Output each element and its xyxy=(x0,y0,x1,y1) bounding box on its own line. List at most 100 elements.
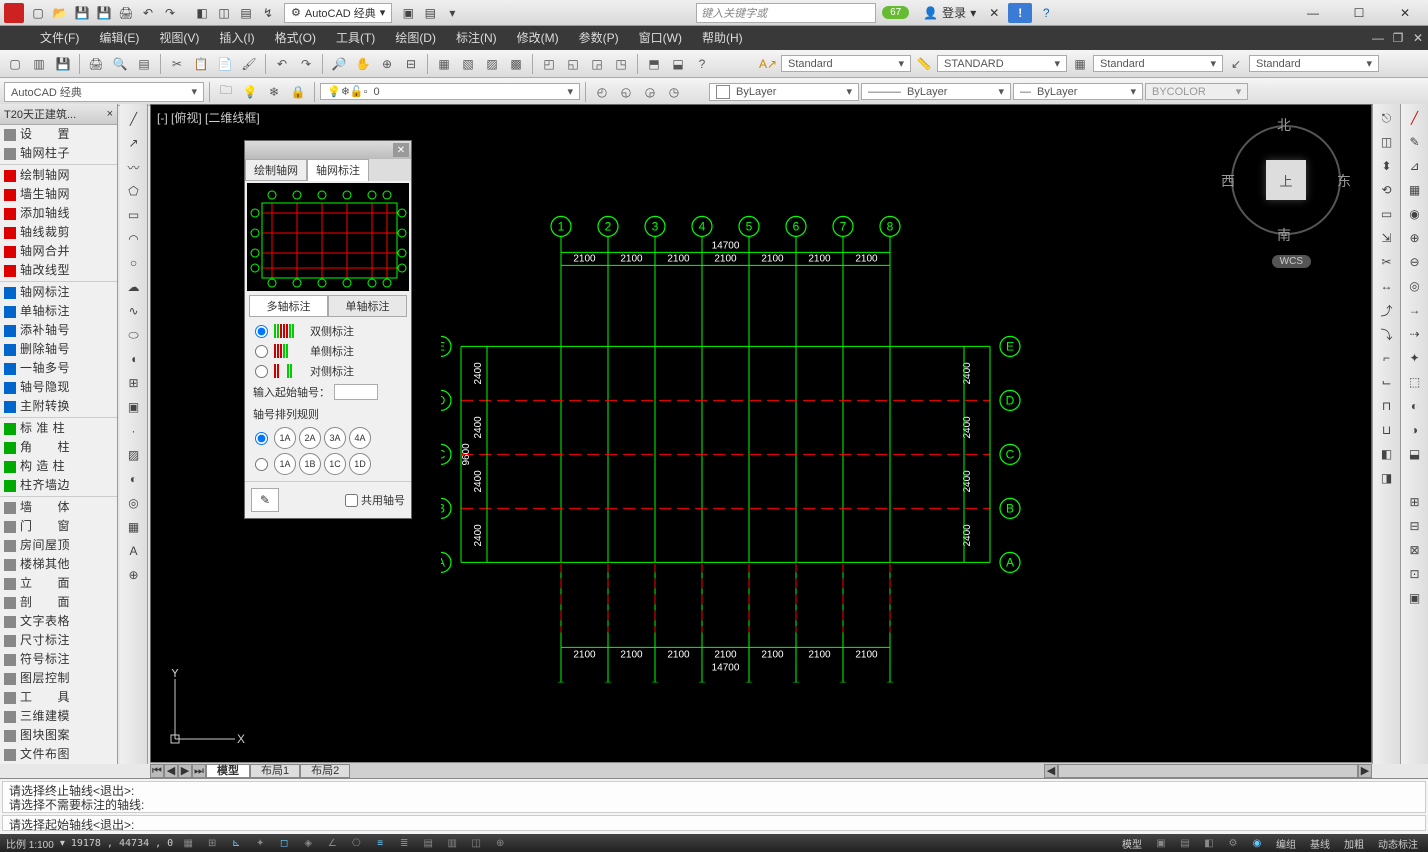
workspace-dropdown[interactable]: ⚙ AutoCAD 经典 ▾ xyxy=(284,3,392,23)
mod2-icon[interactable]: ✎ xyxy=(1404,132,1426,152)
xline-icon[interactable]: ↗ xyxy=(123,132,145,154)
tpy-icon[interactable]: ▤ xyxy=(419,835,437,851)
mod2-icon[interactable]: ⊖ xyxy=(1404,252,1426,272)
otrack-icon[interactable]: ∠ xyxy=(323,835,341,851)
tool-icon[interactable]: 📋 xyxy=(190,53,212,75)
mod2-icon[interactable]: ⊟ xyxy=(1404,516,1426,536)
tab-layout1[interactable]: 布局1 xyxy=(250,764,300,778)
mod2-icon[interactable]: ⊞ xyxy=(1404,492,1426,512)
dyn-icon[interactable]: ≡ xyxy=(371,835,389,851)
osnap-icon[interactable]: ◻ xyxy=(275,835,293,851)
help-icon[interactable]: ? xyxy=(1036,3,1056,23)
mod-icon[interactable]: ⤵ xyxy=(1376,324,1398,344)
tab-model[interactable]: 模型 xyxy=(206,764,250,778)
mod2-icon[interactable]: ⊡ xyxy=(1404,564,1426,584)
line-icon[interactable]: ╱ xyxy=(123,108,145,130)
qat-btn-icon[interactable]: ↯ xyxy=(258,3,278,23)
radio-rule2[interactable] xyxy=(255,458,268,471)
ellipse-icon[interactable]: ⬭ xyxy=(123,324,145,346)
3dosnap-icon[interactable]: ◈ xyxy=(299,835,317,851)
tool-icon[interactable]: 🔎 xyxy=(328,53,350,75)
close-button[interactable]: ✕ xyxy=(1382,0,1428,26)
layer-tool-icon[interactable]: ❄ xyxy=(263,81,285,103)
sc-icon[interactable]: ◫ xyxy=(467,835,485,851)
t20-item[interactable]: 图块图案 xyxy=(0,726,117,745)
pick-point-button[interactable]: ✎ xyxy=(251,488,279,512)
radio-one-side[interactable] xyxy=(255,345,268,358)
mod2-icon[interactable]: ⬚ xyxy=(1404,372,1426,392)
doc-close-icon[interactable]: ✕ xyxy=(1408,28,1428,48)
menu-parametric[interactable]: 参数(P) xyxy=(569,26,629,50)
minimize-button[interactable]: — xyxy=(1290,0,1336,26)
t20-item[interactable]: 图层控制 xyxy=(0,669,117,688)
info-button[interactable]: ! xyxy=(1008,3,1032,23)
plotstyle-dropdown[interactable]: BYCOLOR▾ xyxy=(1145,83,1248,100)
wcs-badge[interactable]: WCS xyxy=(1272,255,1311,268)
rectangle-icon[interactable]: ▭ xyxy=(123,204,145,226)
login-button[interactable]: 👤 登录 ▾ xyxy=(915,4,984,21)
t20-item[interactable]: 主附转换 xyxy=(0,397,117,416)
viewcube-top[interactable]: 上 xyxy=(1266,160,1306,200)
am-icon[interactable]: ⊕ xyxy=(491,835,509,851)
t20-item[interactable]: 绘制轴网 xyxy=(0,166,117,185)
tool-icon[interactable]: 🖌 xyxy=(238,53,260,75)
status-baseline[interactable]: 基线 xyxy=(1306,836,1334,851)
lineweight-dropdown[interactable]: —ByLayer▾ xyxy=(1013,83,1143,100)
dialog-tab-label[interactable]: 轴网标注 xyxy=(307,159,369,181)
color-dropdown[interactable]: ByLayer▾ xyxy=(709,83,859,101)
layer-tool-icon[interactable]: 🗀 xyxy=(215,81,237,103)
subtab-single[interactable]: 单轴标注 xyxy=(328,295,407,317)
t20-item[interactable]: 尺寸标注 xyxy=(0,631,117,650)
mod-icon[interactable]: ⊔ xyxy=(1376,420,1398,440)
mleaderstyle-icon[interactable]: ↙ xyxy=(1225,53,1247,75)
tool-icon[interactable]: ◳ xyxy=(610,53,632,75)
radio-both-sides[interactable] xyxy=(255,325,268,338)
tool-icon[interactable]: ✋ xyxy=(352,53,374,75)
tab-last-icon[interactable]: ⏭ xyxy=(192,764,206,778)
new-icon[interactable]: ▢ xyxy=(28,3,48,23)
panel-close-icon[interactable]: × xyxy=(107,108,113,120)
dimstyle-icon[interactable]: 📏 xyxy=(913,53,935,75)
qat-btn-icon[interactable]: ▤ xyxy=(420,3,440,23)
menu-modify[interactable]: 修改(M) xyxy=(507,26,569,50)
viewcube-south[interactable]: 南 xyxy=(1277,225,1291,245)
status-group[interactable]: 编组 xyxy=(1272,836,1300,851)
tool-icon[interactable]: ⬒ xyxy=(643,53,665,75)
share-axis-checkbox[interactable]: 共用轴号 xyxy=(345,492,405,508)
circle-icon[interactable]: ○ xyxy=(123,252,145,274)
t20-item[interactable]: 轴网合并 xyxy=(0,242,117,261)
mleaderstyle-dropdown[interactable]: Standard▾ xyxy=(1249,55,1379,72)
t20-item[interactable]: 符号标注 xyxy=(0,650,117,669)
t20-item[interactable]: 一轴多号 xyxy=(0,359,117,378)
mod-icon[interactable]: ⊓ xyxy=(1376,396,1398,416)
status-icon[interactable]: ▤ xyxy=(1176,835,1194,851)
t20-item[interactable]: 楼梯其他 xyxy=(0,555,117,574)
mod-icon[interactable]: ⤴ xyxy=(1376,300,1398,320)
command-input[interactable]: 请选择起始轴线<退出>: xyxy=(2,815,1426,831)
mod2-icon[interactable]: ◐ xyxy=(1404,396,1426,416)
t20-item[interactable]: 文字表格 xyxy=(0,612,117,631)
app-logo-icon[interactable] xyxy=(4,3,24,23)
viewcube-west[interactable]: 西 xyxy=(1221,171,1235,191)
polygon-icon[interactable]: ⬠ xyxy=(123,180,145,202)
mod2-icon[interactable]: ⬓ xyxy=(1404,444,1426,464)
insert-icon[interactable]: ⊞ xyxy=(123,372,145,394)
tool-icon[interactable]: ▧ xyxy=(457,53,479,75)
tool-icon[interactable]: 📄 xyxy=(214,53,236,75)
t20-item[interactable]: 轴网柱子 xyxy=(0,144,117,163)
dialog-tab-draw[interactable]: 绘制轴网 xyxy=(245,159,307,181)
t20-item[interactable]: 标 准 柱 xyxy=(0,419,117,438)
viewcube[interactable]: 上 北 南 西 东 xyxy=(1221,115,1351,245)
menu-window[interactable]: 窗口(W) xyxy=(629,26,692,50)
t20-item[interactable]: 构 造 柱 xyxy=(0,457,117,476)
layer-tool-icon[interactable]: 🔒 xyxy=(287,81,309,103)
grid-icon[interactable]: ⊞ xyxy=(203,835,221,851)
layer-tool-icon[interactable]: 💡 xyxy=(239,81,261,103)
mod-icon[interactable]: ⬍ xyxy=(1376,156,1398,176)
qat-btn-icon[interactable]: ◧ xyxy=(192,3,212,23)
mod-icon[interactable]: ⌐ xyxy=(1376,348,1398,368)
t20-item[interactable]: 删除轴号 xyxy=(0,340,117,359)
qp-icon[interactable]: ▥ xyxy=(443,835,461,851)
tab-first-icon[interactable]: ⏮ xyxy=(150,764,164,778)
tool-icon[interactable]: ◲ xyxy=(586,53,608,75)
